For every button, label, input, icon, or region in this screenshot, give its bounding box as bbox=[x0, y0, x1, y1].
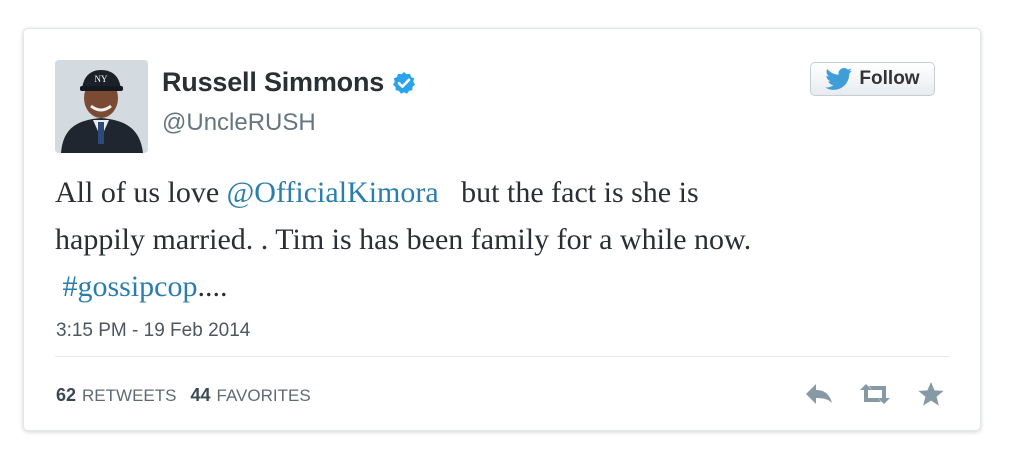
profile-photo-icon: NY bbox=[55, 60, 148, 153]
svg-text:NY: NY bbox=[95, 74, 108, 84]
follow-button[interactable]: Follow bbox=[810, 62, 935, 96]
tweet-text-part: All of us love bbox=[55, 176, 227, 209]
tweet-text-part: happily married. . Tim is has been famil… bbox=[55, 223, 752, 256]
mention-link[interactable]: @OfficialKimora bbox=[227, 176, 439, 209]
display-name[interactable]: Russell Simmons bbox=[162, 67, 384, 98]
tweet-card: NY Russell Simmons @UncleRUSH Follow All… bbox=[23, 28, 981, 431]
follow-label: Follow bbox=[859, 68, 920, 89]
tweet-text: All of us love @OfficialKimora but the f… bbox=[55, 169, 935, 310]
tweet-text-part: .... bbox=[197, 270, 228, 303]
tweet-actions bbox=[802, 379, 948, 409]
favorite-label[interactable]: FAVORITES bbox=[217, 386, 311, 406]
verified-badge-icon bbox=[392, 71, 416, 95]
retweet-count[interactable]: 62 bbox=[56, 385, 76, 406]
user-handle[interactable]: @UncleRUSH bbox=[162, 109, 316, 137]
retweet-icon[interactable] bbox=[858, 379, 892, 409]
user-name-row: Russell Simmons bbox=[162, 67, 416, 98]
twitter-bird-icon bbox=[825, 68, 853, 90]
hashtag-link[interactable]: #gossipcop bbox=[63, 270, 198, 303]
reply-icon[interactable] bbox=[802, 379, 836, 409]
favorite-count[interactable]: 44 bbox=[190, 385, 210, 406]
tweet-text-part: but the fact is she is bbox=[438, 176, 699, 209]
favorite-star-icon[interactable] bbox=[914, 379, 948, 409]
avatar[interactable]: NY bbox=[55, 60, 148, 153]
divider bbox=[55, 356, 949, 357]
timestamp[interactable]: 3:15 PM - 19 Feb 2014 bbox=[56, 320, 250, 342]
retweet-label[interactable]: RETWEETS bbox=[82, 386, 176, 406]
tweet-stats: 62 RETWEETS 44 FAVORITES bbox=[56, 385, 325, 406]
